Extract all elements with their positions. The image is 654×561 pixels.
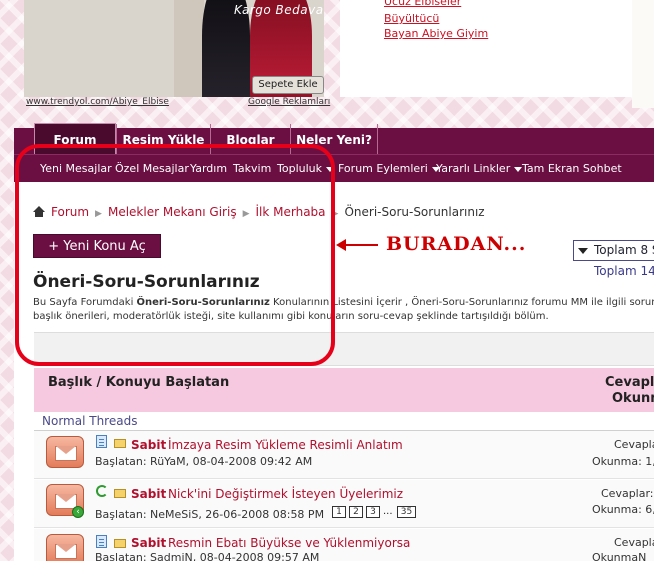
submenu-tam-ekran-sohbet[interactable]: Tam Ekran Sohbet: [522, 162, 622, 175]
document-icon: [96, 535, 107, 548]
thread-views: OkunmaN: [592, 551, 647, 561]
annotation-text: BURADAN...: [386, 233, 527, 255]
folder-icon: [114, 439, 126, 448]
submenu-yararli-linkler[interactable]: Yararlı Linkler: [436, 162, 523, 175]
annotation-arrowhead: [336, 239, 346, 251]
column-views-header[interactable]: Okunm: [612, 391, 654, 406]
ad-right-strip: [632, 0, 654, 108]
chevron-down-icon: [578, 247, 588, 254]
submenu-forum-eylemleri[interactable]: Forum Eylemleri: [338, 162, 440, 175]
column-title-header[interactable]: Başlık / Konuyu Başlatan: [48, 375, 229, 390]
ad-add-to-cart-button[interactable]: Sepete Ekle: [252, 76, 324, 94]
ad-banner-image[interactable]: Kargo Bedava Sepete Ekle: [24, 0, 324, 97]
thread-starter: Başlatan: SadmiN, 08-04-2008 09:57 AM: [95, 551, 320, 561]
total-topics-text: Toplam 149: [594, 264, 654, 278]
thread-views: Okunma: 1,: [592, 455, 654, 468]
page-ellipsis: ...: [383, 506, 393, 517]
ad-link[interactable]: Büyültücü: [384, 12, 439, 25]
envelope-icon: [46, 436, 84, 468]
ad-url-link[interactable]: www.trendyol.com/Abiye_Elbise: [26, 97, 169, 107]
ad-link[interactable]: Bayan Abiye Giyim: [384, 27, 488, 40]
page-link[interactable]: 35: [397, 506, 416, 518]
section-label: Normal Threads: [42, 414, 138, 428]
page-link[interactable]: 1: [332, 506, 346, 518]
sticky-label: Sabit: [131, 438, 167, 452]
sticky-label: Sabit: [131, 487, 167, 501]
thread-starter: Başlatan: NeMeSiS, 26-06-2008 08:58 PM: [95, 508, 325, 521]
total-pages-label: Toplam 8 S: [594, 243, 654, 257]
ad-model-figure: [174, 0, 204, 97]
annotation-highlight-outline: [15, 144, 335, 366]
thread-title-link[interactable]: Resmin Ebatı Büyükse ve Yüklenmiyorsa: [168, 536, 410, 550]
thread-replies: Cevapla: [614, 536, 654, 549]
folder-icon: [114, 539, 126, 548]
ad-side-links: Ucuz Elbiseler Büyültücü Bayan Abiye Giy…: [340, 0, 632, 97]
thread-replies: Cevaplar:: [601, 487, 654, 500]
ad-link[interactable]: Ucuz Elbiseler: [384, 0, 461, 8]
envelope-icon: [46, 534, 84, 561]
page-link[interactable]: 2: [349, 506, 363, 518]
ad-kargo-text: Kargo Bedava: [234, 3, 324, 17]
thread-starter: Başlatan: RüYaM, 08-04-2008 09:42 AM: [95, 455, 313, 468]
breadcrumb-current: Öneri-Soru-Sorunlarınız: [344, 205, 485, 219]
thread-title-link[interactable]: Nick'ini Değiştirmek İsteyen Üyelerimiz: [168, 487, 403, 501]
thread-title-link[interactable]: İmzaya Resim Yükleme Resimli Anlatım: [168, 438, 403, 452]
folder-icon: [114, 489, 126, 498]
new-post-badge-icon: ‹: [72, 506, 84, 518]
submenu-forum-eylemleri-label: Forum Eylemleri: [338, 162, 428, 175]
total-pages-dropdown[interactable]: Toplam 8 S: [573, 240, 654, 261]
page-link[interactable]: 3: [366, 506, 380, 518]
thread-replies: Cevapla: [614, 438, 654, 451]
moved-thread-icon: [96, 485, 108, 497]
document-icon: [96, 435, 107, 448]
google-ads-link[interactable]: Google Reklamları: [248, 97, 330, 107]
column-replies-header[interactable]: Cevapla: [605, 375, 654, 390]
thread-views: Okunma: 6,: [592, 503, 654, 516]
sticky-label: Sabit: [131, 536, 167, 550]
submenu-yararli-linkler-label: Yararlı Linkler: [436, 162, 511, 175]
